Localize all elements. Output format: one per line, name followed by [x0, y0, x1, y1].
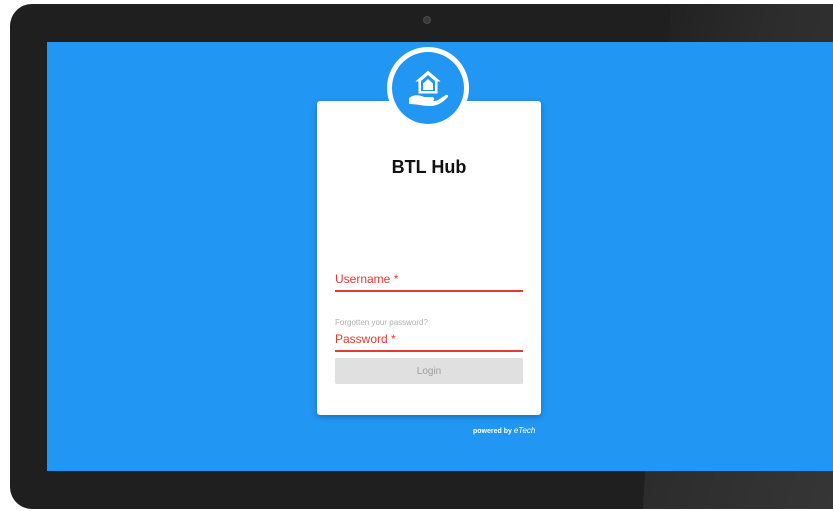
password-input[interactable]: [335, 328, 527, 352]
forgot-password-link[interactable]: Forgotten your password?: [335, 318, 428, 327]
tablet-device-frame: BTL Hub Username * Password * Forgotten …: [10, 4, 833, 509]
house-in-hand-icon: [409, 69, 449, 106]
username-input[interactable]: [335, 268, 527, 292]
login-button[interactable]: Login: [335, 358, 523, 384]
login-card: BTL Hub Username * Password * Forgotten …: [317, 101, 541, 415]
app-screen: BTL Hub Username * Password * Forgotten …: [47, 42, 833, 471]
username-field[interactable]: Username *: [335, 268, 527, 292]
password-field[interactable]: Password *: [335, 328, 527, 352]
powered-by-footer: powered by eTech: [473, 426, 535, 435]
camera-icon: [423, 16, 431, 24]
app-title: BTL Hub: [391, 157, 467, 177]
logo-badge: [392, 52, 464, 124]
brand-name: eTech: [513, 426, 536, 435]
app-logo: [387, 47, 469, 129]
powered-by-label: powered by: [473, 428, 512, 435]
